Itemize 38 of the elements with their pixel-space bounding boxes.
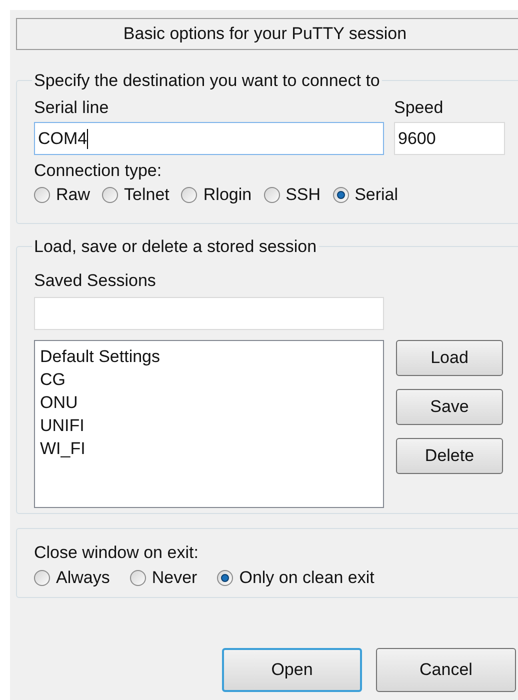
serial-line-field[interactable]: COM4 — [34, 122, 384, 155]
speed-field[interactable]: 9600 — [394, 122, 505, 155]
radio-button[interactable] — [34, 186, 50, 203]
radio-button[interactable] — [332, 186, 349, 203]
session-button[interactable]: Save — [396, 389, 503, 425]
section-header: Basic options for your PuTTY session — [16, 18, 518, 50]
radio-button[interactable] — [264, 186, 280, 203]
session-item[interactable]: Default Settings — [40, 345, 160, 368]
session-name-field[interactable] — [34, 297, 384, 330]
radio-button[interactable] — [217, 570, 234, 586]
radio-label: Raw — [56, 184, 90, 206]
radio-button[interactable] — [130, 570, 146, 586]
session-list[interactable]: Default Settings CG ONU UNIFI WI_FI — [34, 340, 384, 508]
field-label: Serial line — [34, 96, 110, 118]
radio-label: SSH — [286, 184, 321, 206]
radio-button[interactable] — [34, 570, 50, 586]
radio-label: Serial — [354, 184, 398, 206]
session-item[interactable]: WI_FI — [40, 437, 86, 460]
radio-label: Never — [152, 567, 198, 589]
radio-button[interactable] — [181, 186, 198, 203]
radio-label: Always — [56, 567, 110, 589]
session-item[interactable]: CG — [40, 368, 66, 391]
session-item[interactable]: ONU — [40, 391, 78, 414]
radio-button[interactable] — [102, 186, 118, 203]
field-label: Saved Sessions — [34, 270, 157, 292]
field-label: Speed — [394, 96, 444, 118]
dialog-button[interactable]: Open — [222, 648, 362, 692]
session-button[interactable]: Load — [396, 340, 503, 376]
radio-label: Telnet — [124, 184, 170, 206]
radio-label: Rlogin — [203, 184, 252, 206]
field-label: Close window on exit: — [34, 543, 200, 563]
group-title: Load, save or delete a stored session — [33, 236, 318, 258]
session-item[interactable]: UNIFI — [40, 414, 84, 437]
group-title: Specify the destination you want to connect to — [33, 70, 381, 92]
field-label: Connection type: — [34, 161, 163, 181]
radio-label: Only on clean exit — [239, 567, 374, 589]
session-button[interactable]: Delete — [396, 438, 503, 474]
dialog-button[interactable]: Cancel — [376, 648, 516, 692]
